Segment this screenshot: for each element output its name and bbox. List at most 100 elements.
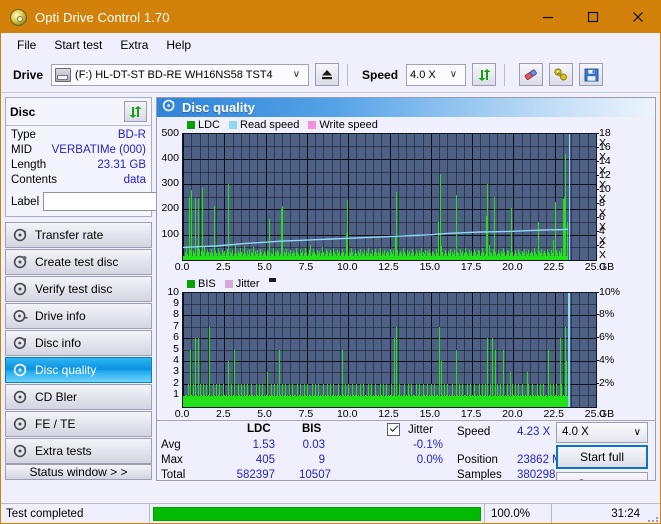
stats-position-label: Position <box>457 454 498 466</box>
legend-item: Read speed <box>229 119 299 131</box>
sidebar-item-create-test-disc[interactable]: Create test disc <box>5 249 152 275</box>
jitter-checkbox[interactable] <box>387 423 400 436</box>
y-tick-label: 100 <box>157 229 179 240</box>
x-tick-label: 2.5 <box>211 262 235 273</box>
sidebar-item-extra-tests[interactable]: Extra tests <box>5 438 152 464</box>
speed-select[interactable]: 4.0 X ∨ <box>406 64 466 86</box>
save-button[interactable] <box>579 63 603 86</box>
sidebar-item-transfer-rate[interactable]: Transfer rate <box>5 222 152 248</box>
sidebar-nav: Transfer rate Create test disc Verify te… <box>5 222 152 464</box>
disc-refresh-button[interactable] <box>124 101 147 122</box>
x-tick-label: 10.0 <box>335 409 359 420</box>
stats-speed-label: Speed <box>457 426 490 438</box>
test-speed-select[interactable]: 4.0 X ∨ <box>556 422 648 443</box>
menu-start-test[interactable]: Start test <box>46 35 110 55</box>
legend-item: Write speed <box>308 119 378 131</box>
sidebar-item-drive-info[interactable]: Drive info <box>5 303 152 329</box>
y2-tick-label: 6% <box>599 332 614 343</box>
sidebar-item-label: Transfer rate <box>35 228 103 242</box>
x-tick-label: 5.0 <box>253 262 277 273</box>
stats-bis-total: 10507 <box>279 469 331 481</box>
x-tick-label: 15.0 <box>418 262 442 273</box>
bis-chart-legend: BISJitter <box>187 278 276 290</box>
sidebar-item-verify-test-disc[interactable]: Verify test disc <box>5 276 152 302</box>
drive-select[interactable]: (F:) HL-DT-ST BD-RE WH16NS58 TST4 ∨ <box>51 64 309 86</box>
legend-swatch-icon <box>308 121 316 129</box>
start-part-button[interactable]: Start part <box>556 472 648 481</box>
tools-button[interactable] <box>549 63 573 86</box>
ldc-plot-area <box>182 133 597 261</box>
drive-info-icon <box>13 309 28 323</box>
sidebar-item-disc-info[interactable]: Disc info <box>5 330 152 356</box>
speed-select-value: 4.0 X <box>410 69 436 81</box>
disc-length-value: 23.31 GB <box>97 158 146 173</box>
chevron-down-icon: ∨ <box>445 70 463 80</box>
x-axis-unit: GB <box>599 262 614 273</box>
stats-ldc-avg: 1.53 <box>233 439 275 451</box>
sidebar-item-disc-quality[interactable]: Disc quality <box>5 357 152 383</box>
sidebar-item-fe-te[interactable]: FE / TE <box>5 411 152 437</box>
x-tick-label: 20.0 <box>500 409 524 420</box>
maximize-button[interactable] <box>570 1 615 33</box>
gridline <box>183 338 596 339</box>
close-button[interactable] <box>615 1 660 33</box>
gridline <box>183 315 596 316</box>
y2-tick-label: 2% <box>599 378 614 389</box>
drive-label: Drive <box>13 68 43 82</box>
bis-chart: BISJitter 12345678910 2%4%6%8%10% 0.02.5… <box>157 278 655 420</box>
disc-info-icon <box>13 336 28 350</box>
x-tick-label: 10.0 <box>335 262 359 273</box>
y-tick-label: 4 <box>157 355 179 366</box>
start-full-button[interactable]: Start full <box>556 445 648 469</box>
disc-label-row: Label <box>11 191 146 212</box>
eraser-button[interactable] <box>519 63 543 86</box>
sidebar-item-label: CD Bler <box>35 390 77 404</box>
ldc-chart-legend: LDC Read speed Write speed <box>187 119 384 131</box>
eject-button[interactable] <box>315 63 339 86</box>
y-tick-label: 7 <box>157 321 179 332</box>
stats-panel: LDC BIS Avg Max Total 1.53 405 582397 0.… <box>157 420 655 480</box>
status-window-button[interactable]: Status window > > <box>5 464 152 480</box>
disc-properties: Type BD-R MID VERBATIMe (000) Length 23.… <box>6 126 151 216</box>
y-tick-label: 300 <box>157 178 179 189</box>
x-tick-label: 0.0 <box>170 409 194 420</box>
y-tick-label: 5 <box>157 344 179 355</box>
disc-test-icon <box>13 228 28 242</box>
stats-row-avg: Avg <box>161 439 181 451</box>
x-tick-label: 15.0 <box>418 409 442 420</box>
read-speed-line <box>183 134 596 260</box>
sidebar-item-cd-bler[interactable]: CD Bler <box>5 384 152 410</box>
sidebar-item-label: Verify test disc <box>35 282 112 296</box>
legend-swatch-icon <box>187 280 195 288</box>
pane-header: Disc quality <box>157 98 655 117</box>
drive-select-value: (F:) HL-DT-ST BD-RE WH16NS58 TST4 <box>75 69 273 81</box>
menu-help[interactable]: Help <box>158 35 199 55</box>
legend-item: LDC <box>187 119 220 131</box>
y2-tick-label: 4% <box>599 355 614 366</box>
resize-grip[interactable] <box>648 504 661 524</box>
refresh-button[interactable] <box>472 63 496 86</box>
main-body: Disc Type BD-R MID VERB <box>1 93 660 481</box>
toolbar-divider-1 <box>347 64 348 86</box>
disc-row-mid: MID VERBATIMe (000) <box>11 143 146 158</box>
legend-item: BIS <box>187 278 216 290</box>
drive-toolbar: Drive (F:) HL-DT-ST BD-RE WH16NS58 TST4 … <box>1 57 660 93</box>
y-tick-label: 2 <box>157 378 179 389</box>
x-tick-label: 17.5 <box>459 262 483 273</box>
sidebar-item-label: Disc info <box>35 336 81 350</box>
app-window: Opti Drive Control 1.70 File Start test … <box>0 0 661 524</box>
status-bar: Test completed 100.0% 31:24 <box>1 503 661 523</box>
minimize-button[interactable] <box>525 1 570 33</box>
stats-ldc-total: 582397 <box>217 469 275 481</box>
bis-plot-area <box>182 292 597 408</box>
x-tick-label: 0.0 <box>170 262 194 273</box>
gridline <box>596 293 597 407</box>
y-tick-label: 1 <box>157 389 179 400</box>
menu-file[interactable]: File <box>9 35 44 55</box>
disc-mid-key: MID <box>11 143 32 158</box>
stats-samples-value: 380298 <box>517 469 555 481</box>
stats-samples-label: Samples <box>457 469 502 481</box>
menu-extra[interactable]: Extra <box>112 35 156 55</box>
progress-bar <box>150 504 484 524</box>
window-controls <box>525 1 660 33</box>
